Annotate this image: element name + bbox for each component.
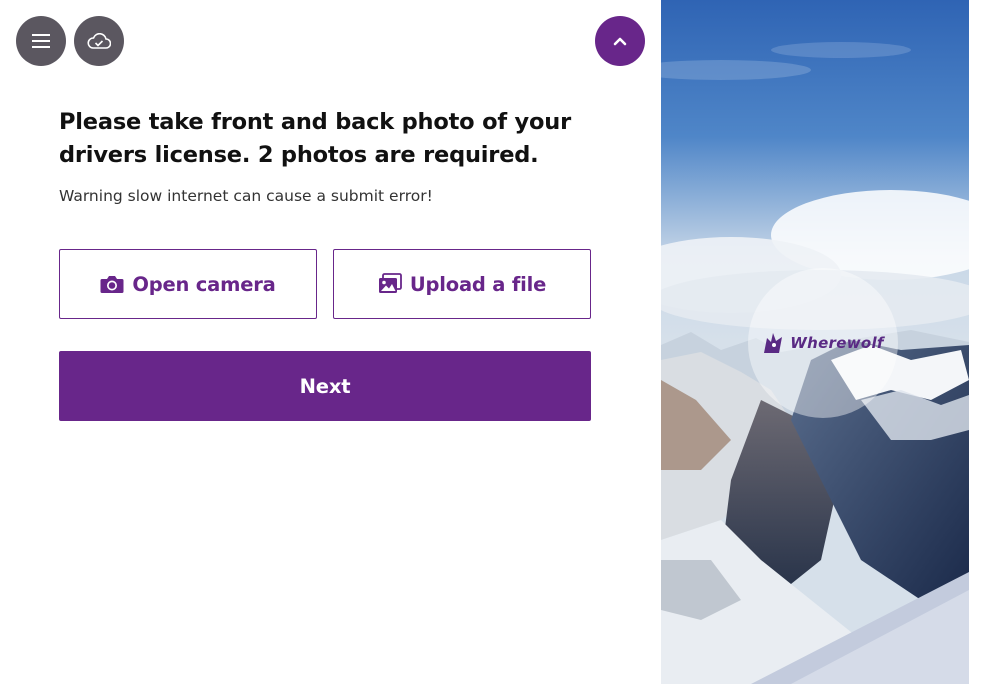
wolf-logo-icon <box>764 333 783 353</box>
upload-file-label: Upload a file <box>409 272 547 296</box>
cloud-check-icon <box>87 33 111 49</box>
page-heading: Please take front and back photo of your… <box>59 109 571 168</box>
brand-name: Wherewolf <box>790 334 884 352</box>
open-camera-label: Open camera <box>132 272 276 296</box>
chevron-up-icon <box>613 37 627 46</box>
collapse-button[interactable] <box>595 16 645 66</box>
form-pane: Please take front and back photo of your… <box>0 0 661 684</box>
next-button[interactable]: Next <box>59 351 591 421</box>
warning-text: Warning slow internet can cause a submit… <box>59 187 433 205</box>
images-icon <box>378 273 402 293</box>
cloud-sync-button[interactable] <box>74 16 124 66</box>
page-edge <box>969 0 986 684</box>
upload-file-button[interactable]: Upload a file <box>333 249 591 319</box>
hamburger-menu-icon <box>32 34 50 48</box>
next-label: Next <box>299 374 351 398</box>
open-camera-button[interactable]: Open camera <box>59 249 317 319</box>
camera-icon <box>100 276 124 293</box>
menu-button[interactable] <box>16 16 66 66</box>
brand-logo: Wherewolf <box>748 268 898 418</box>
